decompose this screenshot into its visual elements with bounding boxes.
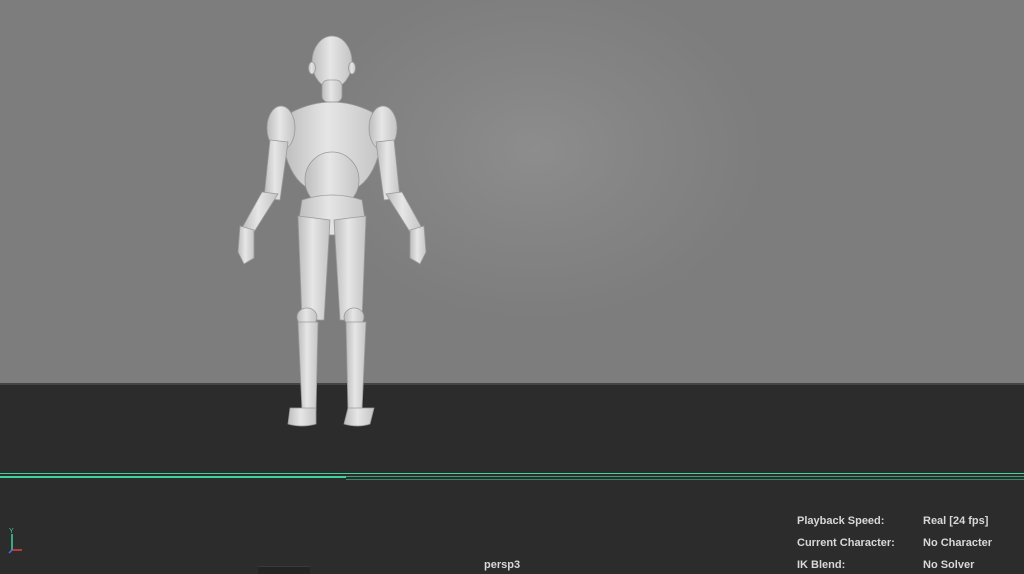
timeline-progress — [0, 476, 346, 478]
viewport-background — [0, 0, 1024, 385]
timeline-line-mid — [346, 476, 1024, 477]
timeline-line-bottom — [346, 479, 1024, 480]
timeline-track[interactable] — [0, 473, 1024, 482]
hud-ik-blend-value: No Solver — [923, 559, 975, 571]
hud-current-character-value: No Character — [923, 537, 993, 549]
3d-viewport[interactable]: Y persp3 Playback Speed: Real [24 fps] C… — [0, 0, 1024, 574]
camera-name-label: persp3 — [484, 559, 521, 571]
timeline-line-top — [0, 473, 1024, 474]
mannequin-model[interactable] — [232, 30, 432, 435]
hud-current-character-label: Current Character: — [797, 537, 895, 549]
panel-tab[interactable] — [258, 566, 310, 574]
axis-y-label: Y — [9, 528, 14, 535]
axis-gizmo-icon: Y — [8, 528, 22, 554]
hud-ik-blend-label: IK Blend: — [797, 559, 846, 571]
hud-playback-speed-label: Playback Speed: — [797, 515, 885, 527]
horizon-line — [0, 383, 1024, 385]
hud-playback-speed-value: Real [24 fps] — [923, 515, 989, 527]
